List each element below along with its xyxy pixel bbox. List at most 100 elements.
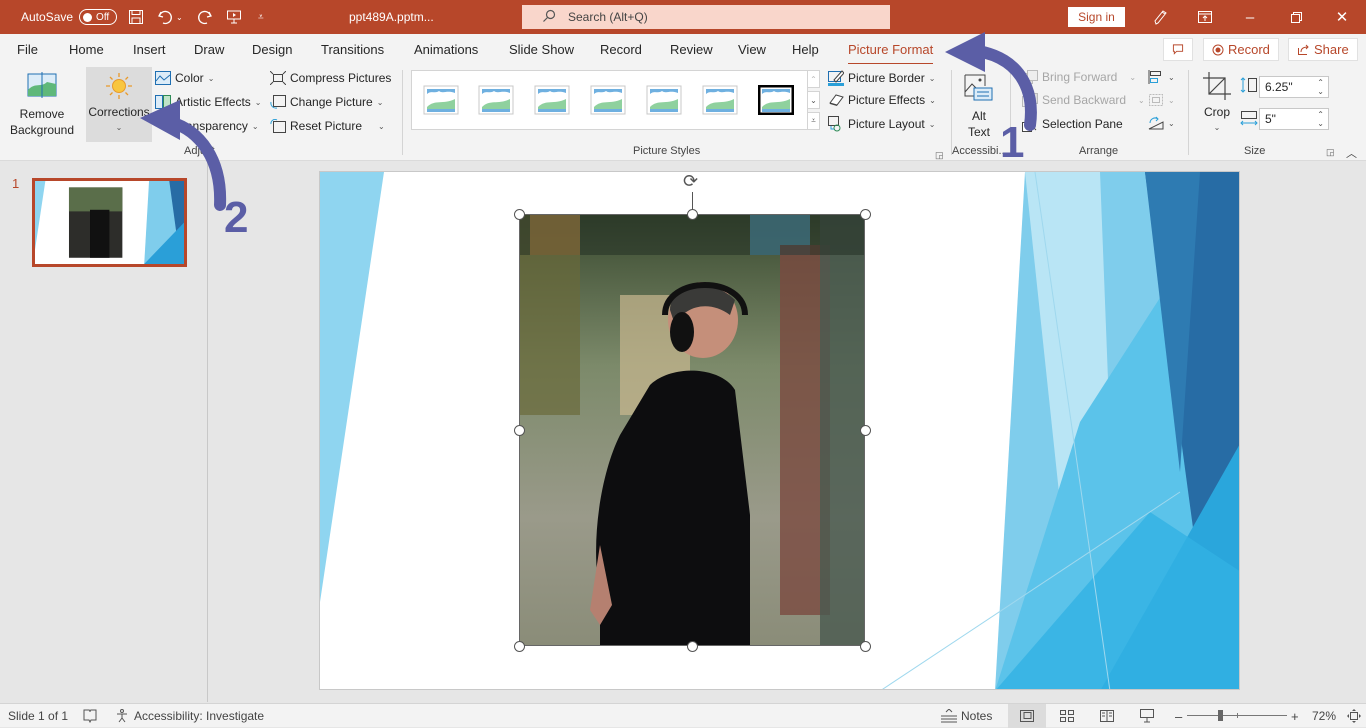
color-button[interactable]: Color ⌄ (155, 71, 214, 85)
width-input[interactable]: 5" ⌃ ⌄ (1259, 108, 1329, 130)
resize-handle[interactable] (860, 425, 871, 436)
slide-sorter-icon[interactable] (1060, 704, 1074, 728)
rotate-button[interactable]: ⌄ (1148, 116, 1175, 130)
artistic-effects-button[interactable]: Artistic Effects ⌄ (155, 95, 262, 109)
tab-draw[interactable]: Draw (194, 42, 224, 57)
arrange-group-label: Arrange (1079, 145, 1119, 157)
corrections-button[interactable]: Corrections ⌄ (86, 67, 152, 142)
redo-icon[interactable] (197, 0, 213, 34)
gallery-more[interactable]: ⩡ (807, 112, 820, 130)
reset-picture-button[interactable]: Reset Picture ⌄ (270, 119, 385, 133)
resize-handle[interactable] (514, 641, 525, 652)
group-icon (1149, 94, 1163, 106)
picture-layout-button[interactable]: Picture Layout ⌄ (828, 116, 935, 132)
height-spinner[interactable]: ⌃ ⌄ (1317, 78, 1324, 96)
picture-styles-launcher[interactable]: ◲ (935, 150, 944, 161)
title-bar: AutoSave Off ⌄ ⩡ ppt489A.pptm... Search … (0, 0, 1366, 34)
tab-animations[interactable]: Animations (414, 42, 478, 57)
slide-info: Slide 1 of 1 (8, 709, 69, 723)
size-launcher[interactable]: ◲ (1326, 147, 1335, 158)
customize-icon[interactable]: ⩡ (258, 0, 264, 34)
autosave[interactable]: AutoSave Off (21, 0, 118, 34)
gallery-scroll-down[interactable]: ⌄ (807, 91, 820, 109)
search-icon (542, 9, 556, 26)
slide-thumbnail[interactable] (32, 178, 187, 267)
zoom-in-button[interactable]: + (1291, 704, 1299, 728)
remove-background-icon (27, 72, 57, 98)
ribbon-tabs: File Home Insert Draw Design Transitions… (0, 34, 1366, 66)
record-button[interactable]: Record (1203, 38, 1279, 61)
tab-slide-show[interactable]: Slide Show (509, 42, 574, 57)
tab-insert[interactable]: Insert (133, 42, 166, 57)
crop-button[interactable]: Crop ⌄ (1199, 72, 1235, 136)
tab-design[interactable]: Design (252, 42, 292, 57)
search-box[interactable]: Search (Alt+Q) (522, 5, 890, 29)
remove-background-button[interactable]: Remove Background (6, 72, 78, 138)
sign-in-button[interactable]: Sign in (1068, 7, 1125, 27)
zoom-level[interactable]: 72% (1312, 704, 1336, 728)
gallery-scroll-up[interactable]: ⌃ (807, 70, 820, 88)
notes-button[interactable]: Notes (941, 704, 992, 728)
tab-view[interactable]: View (738, 42, 766, 57)
resize-handle[interactable] (687, 641, 698, 652)
height-input[interactable]: 6.25" ⌃ ⌄ (1259, 76, 1329, 98)
pen-icon[interactable] (1140, 0, 1180, 34)
picture-style-option[interactable] (590, 85, 626, 115)
resize-handle[interactable] (514, 209, 525, 220)
reading-view-icon[interactable] (1100, 704, 1114, 728)
picture-effects-button[interactable]: Picture Effects ⌄ (828, 93, 936, 107)
slideshow-view-icon[interactable] (1140, 704, 1154, 728)
collapse-ribbon-icon[interactable]: ︿ (1346, 145, 1357, 161)
compress-pictures-button[interactable]: Compress Pictures (270, 71, 391, 85)
send-backward-button[interactable]: Send Backward ⌄ (1022, 93, 1145, 107)
save-icon[interactable] (128, 0, 144, 34)
picture-style-option[interactable] (702, 85, 738, 115)
rotate-handle-icon[interactable]: ⟳ (683, 171, 698, 192)
undo-icon[interactable]: ⌄ (157, 0, 183, 34)
picture-style-option[interactable] (646, 85, 682, 115)
tab-review[interactable]: Review (670, 42, 713, 57)
status-bar: Slide 1 of 1 Accessibility: Investigate … (0, 703, 1366, 728)
align-button[interactable]: ⌄ (1148, 70, 1175, 84)
resize-handle[interactable] (687, 209, 698, 220)
zoom-slider-thumb[interactable] (1218, 710, 1223, 721)
change-picture-button[interactable]: Change Picture ⌄ (270, 95, 383, 109)
resize-handle[interactable] (860, 641, 871, 652)
tab-record[interactable]: Record (600, 42, 642, 57)
accessibility-status[interactable]: Accessibility: Investigate (116, 704, 264, 728)
transparency-button[interactable]: Transparency ⌄ (155, 119, 259, 133)
selected-picture[interactable] (519, 214, 865, 646)
group-button[interactable]: ⌄ (1148, 93, 1175, 107)
tab-file[interactable]: File (17, 42, 38, 57)
tab-help[interactable]: Help (792, 42, 819, 57)
share-button[interactable]: Share (1288, 38, 1358, 61)
spell-check-icon[interactable] (83, 704, 97, 728)
picture-border-button[interactable]: Picture Border ⌄ (828, 70, 935, 86)
picture-style-option[interactable] (478, 85, 514, 115)
restore-icon[interactable] (1276, 0, 1316, 34)
share-icon (1298, 44, 1309, 55)
selection-pane-button[interactable]: Selection Pane (1022, 116, 1123, 132)
picture-style-option[interactable] (757, 84, 795, 116)
resize-handle[interactable] (514, 425, 525, 436)
height-icon (1240, 77, 1258, 93)
width-spinner[interactable]: ⌃ ⌄ (1317, 110, 1324, 128)
tab-transitions[interactable]: Transitions (321, 42, 384, 57)
ribbon-display-icon[interactable] (1185, 0, 1225, 34)
minimize-icon[interactable]: – (1230, 0, 1270, 34)
fit-slide-icon[interactable] (1347, 704, 1361, 728)
picture-style-option[interactable] (423, 85, 459, 115)
alt-text-button[interactable]: Alt Text (958, 74, 1000, 140)
tab-home[interactable]: Home (69, 42, 104, 57)
zoom-out-button[interactable]: – (1175, 704, 1182, 728)
tab-picture-format[interactable]: Picture Format (848, 42, 934, 66)
present-icon[interactable] (226, 0, 242, 34)
bring-forward-button[interactable]: Bring Forward ⌄ (1022, 70, 1136, 84)
resize-handle[interactable] (860, 209, 871, 220)
close-icon[interactable]: ✕ (1322, 0, 1362, 34)
comments-button[interactable] (1163, 38, 1193, 61)
picture-style-option[interactable] (534, 85, 570, 115)
normal-view-icon[interactable] (1008, 704, 1046, 728)
change-picture-icon (270, 95, 286, 109)
autosave-toggle[interactable]: Off (79, 9, 118, 25)
